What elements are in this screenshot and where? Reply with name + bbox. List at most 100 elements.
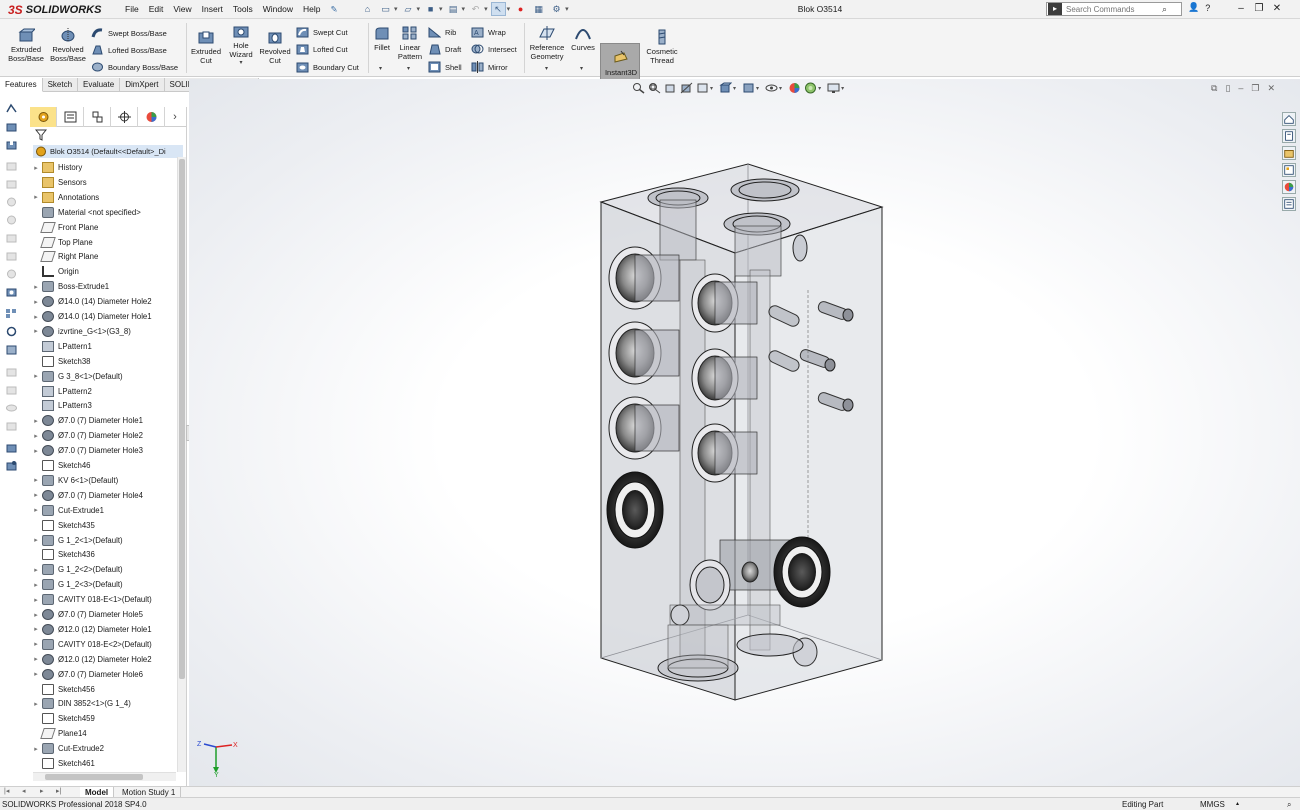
tree-node[interactable]: ▸ Ø7.0 (7) Diameter Hole3: [30, 443, 143, 458]
tree-node[interactable]: ▸ Cut-Extrude1: [30, 503, 104, 518]
hydraulic-block-model[interactable]: [590, 160, 890, 705]
tree-node[interactable]: Sketch435: [30, 518, 95, 533]
window-option-icon[interactable]: ▯: [1225, 83, 1230, 94]
boundary-cut-button[interactable]: Boundary Cut: [296, 60, 359, 74]
tree-node[interactable]: ▸ Ø12.0 (12) Diameter Hole1: [30, 622, 152, 637]
undo-icon[interactable]: ↶: [468, 2, 483, 16]
expand-arrow-icon[interactable]: ▸: [30, 372, 42, 380]
tree-node[interactable]: Origin: [30, 264, 79, 279]
scroll-thumb[interactable]: [45, 774, 143, 780]
minimize-icon[interactable]: –: [1232, 1, 1250, 17]
tile-window-icon[interactable]: ⧉: [1211, 83, 1217, 94]
new-document-icon[interactable]: ▭: [378, 2, 393, 16]
tree-node[interactable]: ▸ G 1_2<2>(Default): [30, 562, 123, 577]
expand-arrow-icon[interactable]: ▸: [30, 313, 42, 321]
user-icon[interactable]: 👤: [1188, 2, 1199, 13]
expand-arrow-icon[interactable]: ▸: [30, 581, 42, 589]
tab-evaluate[interactable]: Evaluate: [78, 78, 121, 92]
tree-node[interactable]: ▸ Boss-Extrude1: [30, 279, 109, 294]
fillet-dropdown-icon[interactable]: ▾: [379, 65, 382, 72]
restore-document-icon[interactable]: ❐: [1251, 83, 1259, 94]
save-icon[interactable]: ■: [423, 2, 438, 16]
tree-node[interactable]: Plane14: [30, 726, 87, 741]
expand-arrow-icon[interactable]: ▸: [30, 283, 42, 291]
solidworks-logo[interactable]: 3S SOLIDWORKS: [8, 2, 101, 17]
search-scope-icon[interactable]: ▸: [1048, 3, 1062, 15]
expand-arrow-icon[interactable]: ▸: [30, 611, 42, 619]
search-commands[interactable]: ▸ ⌕: [1046, 2, 1182, 16]
file-explorer-icon[interactable]: [1282, 146, 1296, 160]
section-view-icon[interactable]: [680, 82, 693, 94]
tree-node[interactable]: ▸ G 3_8<1>(Default): [30, 369, 123, 384]
tree-node[interactable]: ▸ Cut-Extrude2: [30, 741, 104, 756]
tree-node[interactable]: Front Plane: [30, 220, 98, 235]
tree-node[interactable]: ▸ G 1_2<1>(Default): [30, 533, 123, 548]
appearances-scenes-icon[interactable]: [1282, 180, 1296, 194]
tree-node[interactable]: Sketch459: [30, 711, 95, 726]
tree-node[interactable]: Sketch46: [30, 458, 91, 473]
reference-geometry-button[interactable]: Reference Geometry: [526, 25, 568, 61]
zoom-to-fit-icon[interactable]: [632, 82, 645, 94]
open-icon[interactable]: ▱: [401, 2, 416, 16]
zoom-to-area-icon[interactable]: [648, 82, 661, 94]
tree-node[interactable]: ▸ izvrtine_G<1>(G3_8): [30, 324, 131, 339]
tree-node[interactable]: ▸ KV 6<1>(Default): [30, 473, 118, 488]
print-icon[interactable]: ▤: [446, 2, 461, 16]
dimxpert-manager-tab[interactable]: [111, 107, 138, 127]
expand-arrow-icon[interactable]: ▸: [30, 745, 42, 753]
tab-features[interactable]: Features: [0, 78, 43, 92]
curves-dropdown-icon[interactable]: ▾: [580, 65, 583, 72]
expand-arrow-icon[interactable]: ▸: [30, 476, 42, 484]
mirror-button[interactable]: Mirror: [471, 60, 508, 74]
help-icon[interactable]: ?: [1205, 3, 1210, 13]
menu-help[interactable]: Help: [298, 3, 325, 16]
tree-node[interactable]: Sketch38: [30, 354, 91, 369]
tree-node[interactable]: LPattern3: [30, 398, 92, 413]
expand-arrow-icon[interactable]: ▸: [30, 193, 42, 201]
wrap-button[interactable]: A Wrap: [471, 25, 506, 39]
search-input[interactable]: [1066, 4, 1162, 14]
tab-sketch[interactable]: Sketch: [42, 78, 79, 92]
tree-vertical-scrollbar[interactable]: [177, 157, 186, 772]
extrude-shortcut-icon[interactable]: [5, 121, 18, 132]
file-properties-icon[interactable]: ▦: [531, 2, 546, 16]
expand-arrow-icon[interactable]: ▸: [30, 640, 42, 648]
fillet-button[interactable]: Fillet: [370, 25, 394, 52]
boundary-boss-button[interactable]: Boundary Boss/Base: [91, 60, 178, 74]
previous-view-icon[interactable]: [664, 82, 677, 94]
tree-node[interactable]: Sketch456: [30, 682, 95, 697]
curves-button[interactable]: Curves: [568, 25, 598, 52]
tree-node[interactable]: Material <not specified>: [30, 205, 141, 220]
apply-scene-icon[interactable]: [804, 82, 817, 94]
expand-arrow-icon[interactable]: ▸: [30, 566, 42, 574]
hole-wizard-dropdown-icon[interactable]: ▾: [239, 59, 242, 68]
next-tab-icon[interactable]: ▸: [40, 787, 44, 795]
tree-node[interactable]: Sensors: [30, 175, 87, 190]
select-arrow-icon[interactable]: ↖: [490, 2, 506, 16]
tree-node[interactable]: ▸ Annotations: [30, 190, 99, 205]
custom-properties-icon[interactable]: [1282, 197, 1296, 211]
tree-node[interactable]: ▸ Ø14.0 (14) Diameter Hole2: [30, 294, 152, 309]
tree-node[interactable]: ▸ Ø7.0 (7) Diameter Hole1: [30, 413, 143, 428]
expand-arrow-icon[interactable]: ▸: [30, 327, 42, 335]
cut-shortcut-icon[interactable]: [5, 139, 18, 150]
view-palette-icon[interactable]: [1282, 163, 1296, 177]
tree-node[interactable]: ▸ CAVITY 018-E<2>(Default): [30, 637, 152, 652]
tree-node[interactable]: LPattern2: [30, 384, 92, 399]
menu-window[interactable]: Window: [258, 3, 298, 16]
property-manager-tab[interactable]: [57, 107, 84, 127]
minimize-document-icon[interactable]: –: [1238, 83, 1243, 94]
solidworks-resources-icon[interactable]: [1282, 112, 1296, 126]
scroll-thumb[interactable]: [179, 159, 185, 679]
hole-wizard-button[interactable]: Hole Wizard ▾: [224, 23, 258, 68]
menu-insert[interactable]: Insert: [197, 3, 228, 16]
options-gear-icon[interactable]: ⚙: [549, 2, 564, 16]
section-shortcut-icon[interactable]: [5, 344, 18, 355]
close-document-icon[interactable]: ✕: [1267, 83, 1275, 94]
prev-tab-icon[interactable]: ◂: [22, 787, 26, 795]
expand-arrow-icon[interactable]: ▸: [30, 417, 42, 425]
expand-arrow-icon[interactable]: ▸: [30, 670, 42, 678]
tree-horizontal-scrollbar[interactable]: [33, 772, 176, 781]
edit-appearance-icon[interactable]: [788, 82, 801, 94]
home-icon[interactable]: ⌂: [360, 2, 375, 16]
